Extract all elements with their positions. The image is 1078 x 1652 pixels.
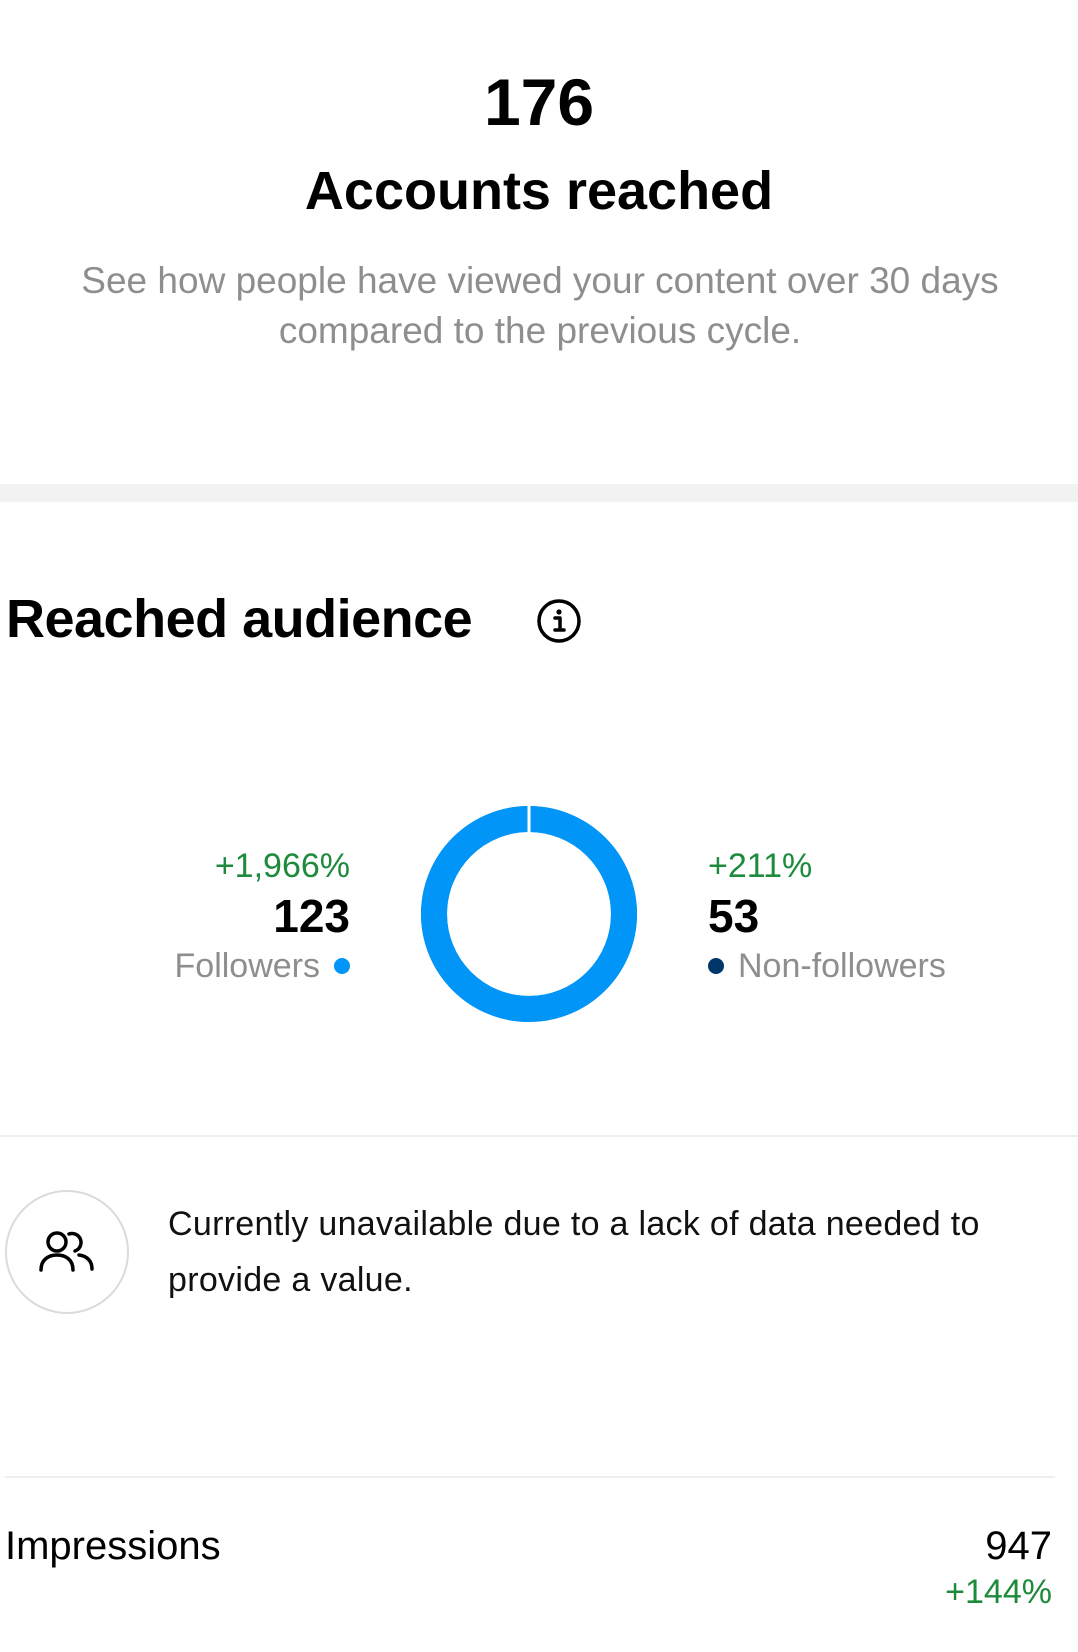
- audience-unavailable-message: Currently unavailable due to a lack of d…: [168, 1205, 980, 1299]
- people-icon: [39, 1231, 94, 1272]
- followers-label: Followers: [174, 947, 320, 985]
- non-followers-change: +211%: [708, 847, 813, 885]
- divider: [0, 1135, 1078, 1137]
- donut-followers-arc: [421, 806, 637, 1022]
- followers-dot: [334, 958, 350, 974]
- audience-donut-chart: [420, 805, 638, 1023]
- followers-value: 123: [273, 890, 350, 942]
- accounts-reached-description: See how people have viewed your content …: [81, 260, 999, 351]
- impressions-change: +144%: [945, 1573, 1052, 1611]
- non-followers-label: Non-followers: [738, 947, 946, 985]
- info-icon[interactable]: [536, 598, 582, 644]
- non-followers-dot: [708, 958, 724, 974]
- accounts-reached-count: 176: [483, 65, 595, 139]
- impressions-label: Impressions: [5, 1524, 221, 1568]
- section-divider: [0, 484, 1078, 502]
- impressions-value: 947: [985, 1524, 1052, 1568]
- people-icon-badge: [5, 1190, 129, 1314]
- followers-legend: Followers: [175, 944, 350, 988]
- non-followers-legend: Non-followers: [708, 944, 946, 988]
- divider: [5, 1476, 1055, 1478]
- non-followers-value: 53: [708, 890, 760, 942]
- followers-change: +1,966%: [214, 847, 350, 885]
- reached-audience-title: Reached audience: [6, 589, 473, 649]
- accounts-reached-title: Accounts reached: [304, 161, 774, 221]
